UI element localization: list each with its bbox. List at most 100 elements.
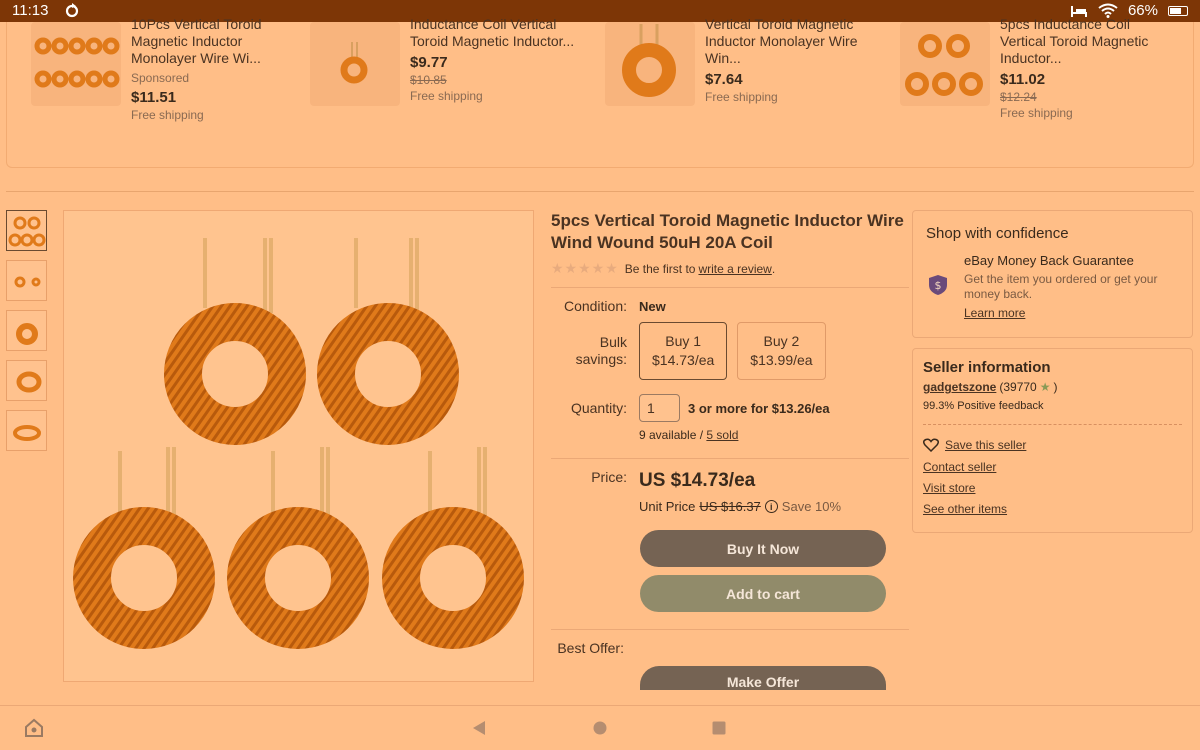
assistant-icon[interactable]: [24, 718, 44, 738]
item-shipping: Free shipping: [1000, 106, 1073, 120]
toroid-coil: [164, 238, 306, 445]
svg-text:$: $: [935, 279, 942, 292]
save-percent: Save 10%: [781, 499, 842, 514]
divider: [551, 287, 909, 288]
rating-text: Be the first to: [624, 261, 696, 276]
item-thumbnail[interactable]: [31, 22, 121, 106]
clock: 11:13: [12, 2, 49, 19]
product-details: 5pcs Vertical Toroid Magnetic Inductor W…: [551, 210, 909, 690]
item-price: $11.02: [1000, 71, 1046, 88]
seller-name-link[interactable]: gadgetszone: [923, 380, 996, 394]
shield-dollar-icon: $: [929, 275, 947, 295]
price-label: Price:: [591, 469, 627, 485]
item-original-price: $12.24: [1000, 90, 1037, 104]
item-thumbnail[interactable]: [605, 22, 695, 106]
bulk-qty: Buy 2: [763, 333, 800, 349]
heart-icon[interactable]: [923, 438, 939, 452]
item-title[interactable]: Inductance Coil Vertical Toroid Magnetic…: [410, 16, 580, 50]
gallery-thumbnail[interactable]: [6, 260, 47, 301]
toroid-coil: [382, 447, 524, 649]
guarantee-title: eBay Money Back Guarantee: [964, 253, 1134, 268]
info-icon[interactable]: i: [764, 500, 778, 513]
price-row: Price: US $14.73/ea Unit Price US $16.37…: [551, 469, 909, 514]
navigation-bar: [0, 705, 1200, 750]
toroid-coil: [227, 447, 369, 649]
contact-seller-link[interactable]: Contact seller: [923, 460, 996, 474]
seller-heading: Seller information: [923, 359, 1051, 376]
similar-items-carousel: 10Pcs Vertical Toroid Magnetic Inductor …: [6, 16, 1194, 168]
item-price: $7.64: [705, 71, 743, 88]
recents-icon[interactable]: [712, 721, 726, 735]
image-thumbnails: [6, 210, 48, 460]
product-main-image[interactable]: [63, 210, 534, 682]
product-title: 5pcs Vertical Toroid Magnetic Inductor W…: [551, 211, 904, 252]
write-review-link[interactable]: write a review: [698, 262, 771, 276]
battery-icon: [1168, 5, 1188, 16]
condition-row: Condition: New: [551, 298, 909, 314]
seller-score: (39770: [999, 380, 1037, 394]
rating-suffix: .: [771, 261, 776, 276]
item-price: $11.51: [131, 89, 177, 106]
buy-it-now-button[interactable]: Buy It Now: [640, 530, 886, 567]
seller-name-row: gadgetszone (39770 ★ ): [923, 380, 1057, 394]
guarantee-text: Get the item you ordered or get your mon…: [964, 272, 1158, 301]
toroid-coil: [317, 238, 459, 445]
divider: [923, 424, 1182, 425]
item-title[interactable]: 10Pcs Vertical Toroid Magnetic Inductor …: [131, 16, 301, 67]
item-title[interactable]: Vertical Toroid Magnetic Inductor Monola…: [705, 16, 875, 67]
quantity-row: Quantity: 1 3 or more for $13.26/ea: [551, 394, 909, 422]
bulk-option-buy-2[interactable]: Buy 2 $13.99/ea: [737, 322, 826, 380]
home-icon[interactable]: [593, 721, 607, 735]
unit-price-row: Unit Price US $16.37 i Save 10%: [639, 499, 841, 514]
make-offer-button[interactable]: Make Offer: [640, 666, 886, 690]
bulk-price: $14.73/ea: [652, 352, 715, 368]
see-other-items-link[interactable]: See other items: [923, 502, 1007, 516]
item-original-price: $10.85: [410, 73, 447, 87]
back-icon[interactable]: [472, 720, 486, 736]
visit-store-link[interactable]: Visit store: [923, 481, 975, 495]
item-shipping: Free shipping: [131, 108, 204, 122]
gallery-thumbnail[interactable]: [6, 210, 47, 251]
item-title[interactable]: 5pcs Inductance Coil Vertical Toroid Mag…: [1000, 16, 1170, 67]
item-thumbnail[interactable]: [310, 22, 400, 106]
best-offer-row: Best Offer:: [551, 640, 909, 656]
availability: 9 available / 5 sold: [639, 428, 909, 442]
gallery-thumbnail[interactable]: [6, 410, 47, 451]
seller-feedback: 99.3% Positive feedback: [923, 400, 1044, 412]
section-divider: [6, 191, 1194, 192]
rating-row: ★★★★★ Be the first to write a review .: [551, 260, 909, 277]
bulk-price: $13.99/ea: [750, 352, 813, 368]
unit-price-was: US $16.37: [699, 499, 761, 514]
seller-info-panel: Seller information gadgetszone (39770 ★ …: [912, 348, 1193, 533]
bulk-option-buy-1[interactable]: Buy 1 $14.73/ea: [639, 322, 728, 380]
toroid-coil: [73, 447, 215, 649]
learn-more-link[interactable]: Learn more: [964, 306, 1179, 320]
best-offer-label: Best Offer:: [557, 640, 624, 656]
condition-label: Condition:: [563, 298, 627, 314]
save-seller-link[interactable]: Save this seller: [945, 438, 1026, 452]
bulk-savings-row: Bulk savings: Buy 1 $14.73/ea Buy 2 $13.…: [551, 322, 909, 380]
sold-link[interactable]: 5 sold: [706, 428, 738, 442]
sync-icon: [65, 3, 79, 18]
item-price: $9.77: [410, 54, 448, 71]
bulk-qty: Buy 1: [665, 333, 702, 349]
seller-star-icon: ★: [1039, 380, 1051, 394]
bulk-savings-label: Bulk savings:: [575, 334, 627, 367]
divider: [551, 458, 909, 459]
gallery-thumbnail[interactable]: [6, 310, 47, 351]
item-thumbnail[interactable]: [900, 22, 990, 106]
sponsored-label: Sponsored: [131, 71, 190, 85]
price-value: US $14.73/ea: [639, 470, 756, 491]
unit-price-label: Unit Price: [639, 499, 696, 514]
save-seller-row[interactable]: Save this seller: [923, 438, 1026, 452]
quantity-deal: 3 or more for $13.26/ea: [688, 400, 830, 416]
quantity-input[interactable]: 1: [639, 394, 680, 422]
star-icon: ★★★★★: [551, 260, 619, 276]
item-shipping: Free shipping: [705, 90, 778, 104]
seller-score-close: ): [1053, 380, 1058, 394]
gallery-thumbnail[interactable]: [6, 360, 47, 401]
add-to-cart-button[interactable]: Add to cart: [640, 575, 886, 612]
shop-with-confidence-panel: Shop with confidence $ eBay Money Back G…: [912, 210, 1193, 338]
available-count: 9 available /: [639, 428, 704, 442]
condition-value: New: [639, 298, 666, 314]
